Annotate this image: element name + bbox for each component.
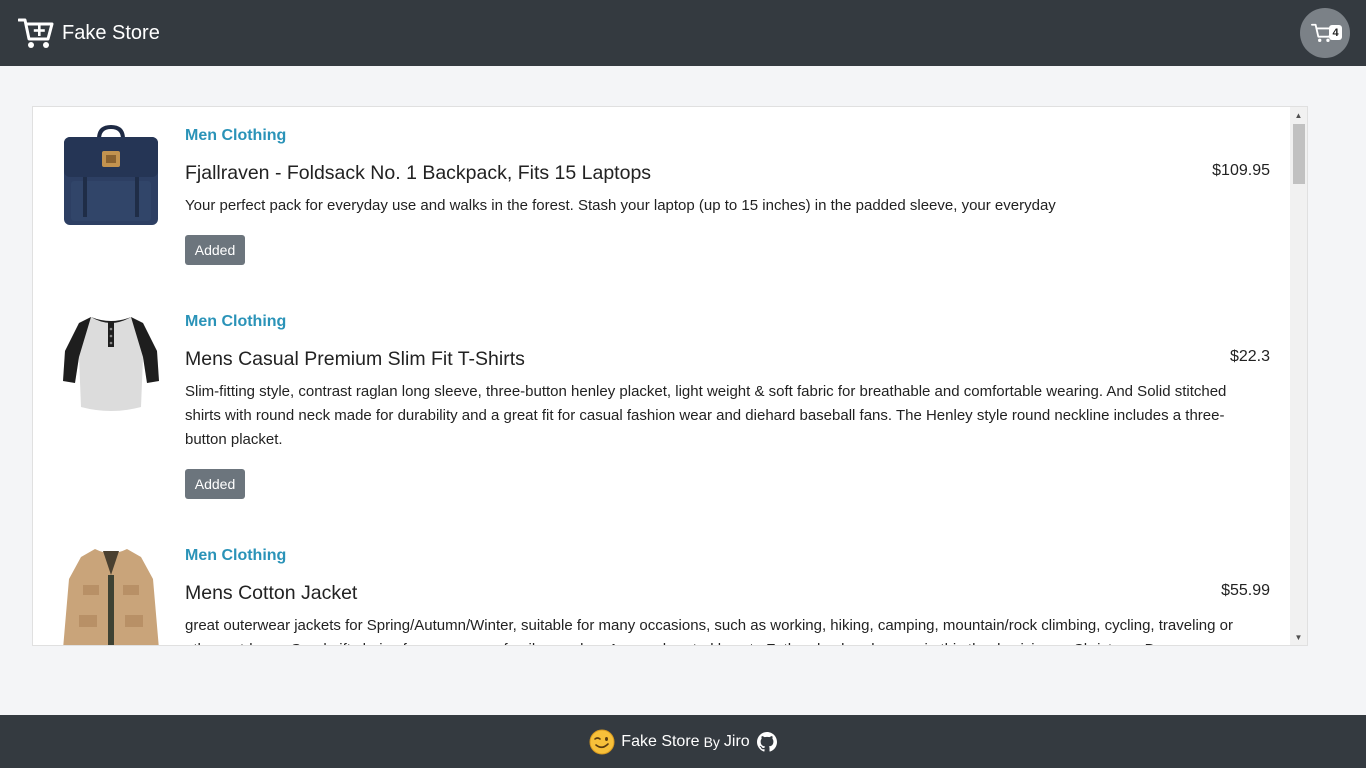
- product-title: Mens Cotton Jacket: [185, 582, 358, 604]
- brand-link[interactable]: Fake Store: [18, 15, 160, 51]
- footer-by: By: [703, 733, 720, 750]
- product-title: Mens Casual Premium Slim Fit T-Shirts: [185, 348, 525, 370]
- product-description: great outerwear jackets for Spring/Autum…: [185, 617, 1233, 645]
- cart-count-badge: 4: [1329, 25, 1342, 40]
- backpack-product-image: [64, 125, 158, 225]
- scroll-up-arrow-icon[interactable]: ▲: [1290, 107, 1307, 123]
- footer-brand: Fake Store: [621, 732, 700, 750]
- added-button[interactable]: Added: [185, 469, 245, 499]
- product-category: Men Clothing: [185, 127, 287, 144]
- github-icon[interactable]: [756, 731, 777, 752]
- product-price: $109.95: [1212, 162, 1270, 179]
- product-category: Men Clothing: [185, 547, 287, 564]
- added-button[interactable]: Added: [185, 235, 245, 265]
- jacket-product-image: [63, 549, 159, 645]
- product-price: $55.99: [1221, 582, 1270, 599]
- scroll-down-arrow-icon[interactable]: ▼: [1290, 629, 1307, 645]
- footer-author: Jiro: [723, 732, 750, 750]
- scroll-thumb[interactable]: [1293, 124, 1305, 184]
- wink-emoji-icon: [589, 729, 615, 754]
- product-title: Fjallraven - Foldsack No. 1 Backpack, Fi…: [185, 162, 652, 184]
- product-list[interactable]: Men Clothing Fjallraven - Foldsack No. 1…: [32, 106, 1308, 646]
- footer: Fake Store By Jiro: [0, 715, 1366, 768]
- cart-plus-icon: [18, 18, 54, 48]
- scrollbar[interactable]: ▲ ▼: [1290, 107, 1307, 645]
- navbar: Fake Store 4: [0, 0, 1366, 66]
- product-description: Your perfect pack for everyday use and w…: [185, 197, 1056, 214]
- product-price: $22.3: [1229, 348, 1270, 365]
- brand-name: Fake Store: [62, 21, 160, 44]
- product-category: Men Clothing: [185, 313, 287, 330]
- cart-button[interactable]: 4: [1300, 8, 1350, 58]
- tshirt-product-image: [63, 317, 159, 411]
- product-description: Slim-fitting style, contrast raglan long…: [185, 383, 1227, 448]
